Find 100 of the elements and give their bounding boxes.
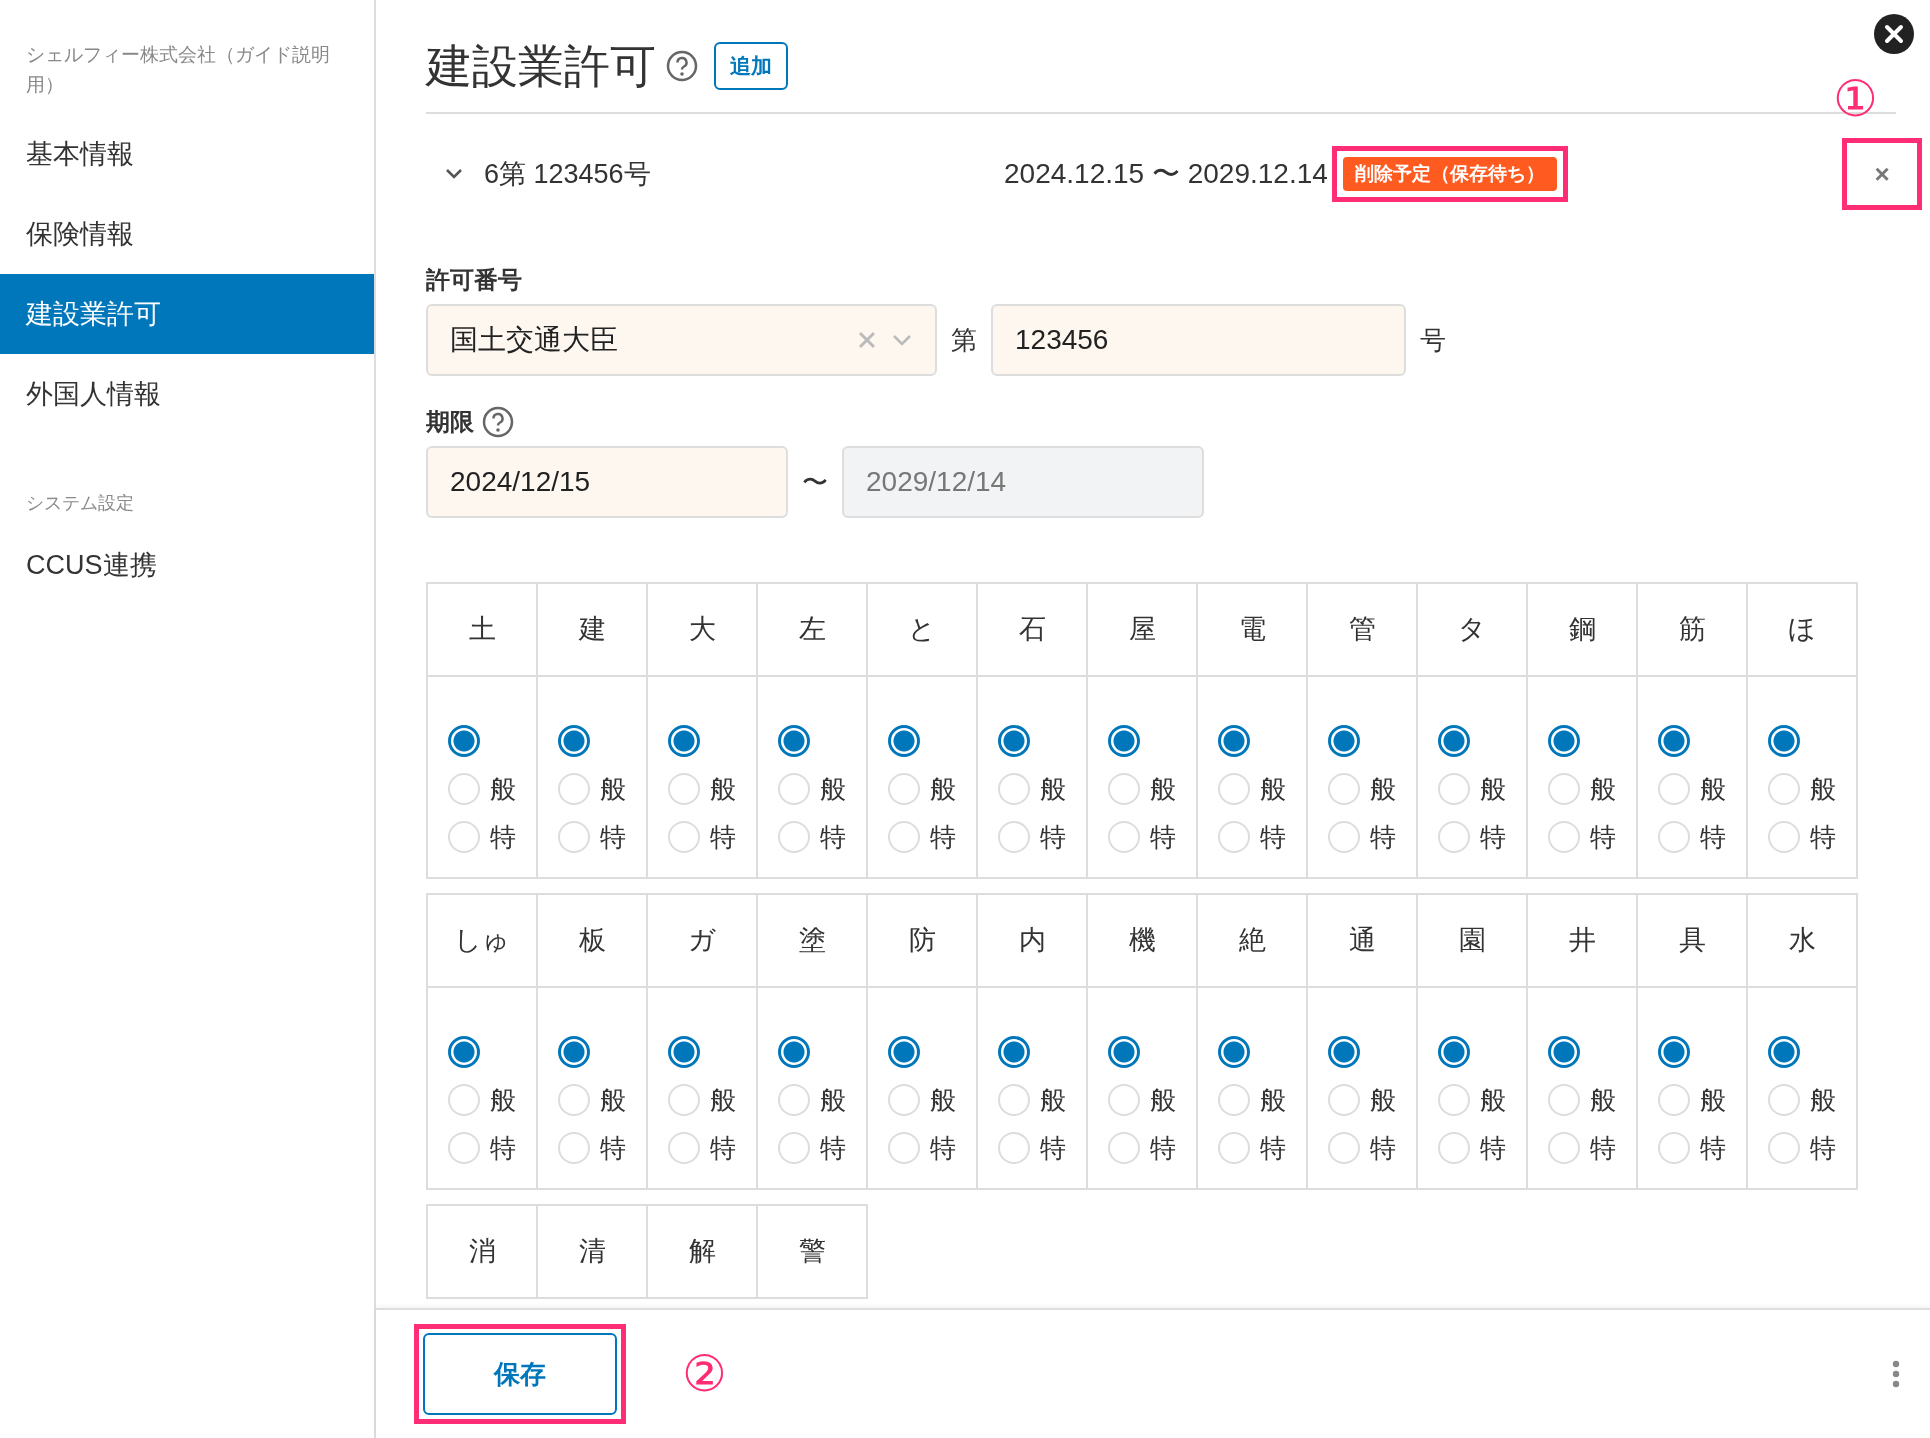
delete-button[interactable]: × xyxy=(1847,143,1917,205)
trade-header: 解 xyxy=(648,1206,758,1299)
trade-header: しゅ xyxy=(428,895,538,988)
radio-label: 般 xyxy=(930,1083,956,1117)
radio-label: 般 xyxy=(1480,772,1506,806)
add-button[interactable]: 追加 xyxy=(714,42,788,90)
radio-label: 般 xyxy=(1810,772,1836,806)
trade-header: 内 xyxy=(978,895,1088,988)
radio-button[interactable] xyxy=(1658,725,1690,757)
radio-button[interactable] xyxy=(1658,1036,1690,1068)
radio-label: 特 xyxy=(1810,820,1836,854)
trade-header: 屋 xyxy=(1088,584,1198,677)
radio-label: 特 xyxy=(600,1131,626,1165)
radio-label: 般 xyxy=(820,1083,846,1117)
radio-label: 特 xyxy=(1590,1131,1616,1165)
radio-label: 特 xyxy=(1810,1131,1836,1165)
radio-button[interactable] xyxy=(1328,1036,1360,1068)
radio-label: 般 xyxy=(1810,1083,1836,1117)
status-label: 削除予定（保存待ち） xyxy=(1342,156,1557,192)
radio-label: 特 xyxy=(1480,820,1506,854)
trade-header: 絶 xyxy=(1198,895,1308,988)
trade-header: 土 xyxy=(428,584,538,677)
radio-label: 般 xyxy=(710,1083,736,1117)
clear-icon[interactable] xyxy=(857,330,877,350)
radio-label: 特 xyxy=(1150,820,1176,854)
sidebar-item[interactable]: 基本情報 xyxy=(0,114,374,194)
radio-button[interactable] xyxy=(1108,725,1140,757)
radio-button[interactable] xyxy=(998,725,1030,757)
radio-label: 般 xyxy=(1150,772,1176,806)
radio-label: 特 xyxy=(1040,820,1066,854)
help-icon[interactable] xyxy=(666,50,698,82)
sidebar-item[interactable]: 外国人情報 xyxy=(0,354,374,434)
radio-button[interactable] xyxy=(558,725,590,757)
radio-label: 般 xyxy=(1700,1083,1726,1117)
radio-label: 特 xyxy=(1700,1131,1726,1165)
trade-header: 防 xyxy=(868,895,978,988)
radio-button[interactable] xyxy=(778,1036,810,1068)
radio-button[interactable] xyxy=(1548,1036,1580,1068)
trade-header: ガ xyxy=(648,895,758,988)
range-separator: 〜 xyxy=(801,465,829,499)
radio-button[interactable] xyxy=(668,1036,700,1068)
radio-label: 般 xyxy=(1040,1083,1066,1117)
select-value: 国土交通大臣 xyxy=(450,323,619,357)
radio-label: 特 xyxy=(930,820,956,854)
radio-button[interactable] xyxy=(1438,1036,1470,1068)
permit-number: 6第 123456号 xyxy=(484,157,652,191)
radio-button[interactable] xyxy=(778,725,810,757)
select-field[interactable]: 国土交通大臣 xyxy=(426,304,937,376)
radio-button[interactable] xyxy=(1218,1036,1250,1068)
radio-button[interactable] xyxy=(668,725,700,757)
radio-button[interactable] xyxy=(1548,725,1580,757)
radio-label: 特 xyxy=(820,820,846,854)
radio-label: 般 xyxy=(1700,772,1726,806)
trade-header: 警 xyxy=(758,1206,868,1299)
permit-period: 2024.12.15 〜 2029.12.14 xyxy=(1004,157,1328,191)
close-icon[interactable] xyxy=(1874,14,1914,54)
save-button[interactable]: 保存 xyxy=(423,1333,617,1415)
more-icon[interactable] xyxy=(1892,1360,1900,1388)
trade-header: 塗 xyxy=(758,895,868,988)
radio-button[interactable] xyxy=(1438,725,1470,757)
radio-label: 特 xyxy=(710,1131,736,1165)
radio-label: 特 xyxy=(1370,820,1396,854)
section-title: システム設定 xyxy=(25,492,135,515)
radio-button[interactable] xyxy=(1768,1036,1800,1068)
radio-label: 般 xyxy=(820,772,846,806)
radio-label: 般 xyxy=(930,772,956,806)
field-label: 期限 xyxy=(426,407,474,437)
number-field[interactable]: 123456 xyxy=(991,304,1406,376)
trade-header: 水 xyxy=(1748,895,1858,988)
page-title: 建設業許可 xyxy=(426,39,656,94)
radio-button[interactable] xyxy=(1328,725,1360,757)
radio-label: 般 xyxy=(490,772,516,806)
sidebar-item[interactable]: 建設業許可 xyxy=(0,274,374,354)
sidebar-item[interactable]: CCUS連携 xyxy=(0,525,374,605)
radio-label: 特 xyxy=(1260,1131,1286,1165)
radio-button[interactable] xyxy=(1218,725,1250,757)
trade-header: 建 xyxy=(538,584,648,677)
radio-label: 般 xyxy=(1370,772,1396,806)
help-icon[interactable] xyxy=(482,406,514,438)
prefix-text: 第 xyxy=(950,323,978,357)
radio-label: 般 xyxy=(490,1083,516,1117)
radio-button[interactable] xyxy=(998,1036,1030,1068)
radio-button[interactable] xyxy=(1108,1036,1140,1068)
trade-header: タ xyxy=(1418,584,1528,677)
radio-button[interactable] xyxy=(448,725,480,757)
suffix-text: 号 xyxy=(1419,323,1447,357)
radio-label: 般 xyxy=(1150,1083,1176,1117)
radio-label: 特 xyxy=(1040,1131,1066,1165)
radio-label: 特 xyxy=(1150,1131,1176,1165)
radio-button[interactable] xyxy=(558,1036,590,1068)
radio-label: 特 xyxy=(490,820,516,854)
radio-button[interactable] xyxy=(888,1036,920,1068)
radio-button[interactable] xyxy=(1768,725,1800,757)
radio-label: 特 xyxy=(1590,820,1616,854)
radio-button[interactable] xyxy=(888,725,920,757)
radio-label: 般 xyxy=(1590,1083,1616,1117)
radio-button[interactable] xyxy=(448,1036,480,1068)
date-field[interactable]: 2024/12/15 xyxy=(426,446,788,518)
radio-label: 特 xyxy=(1480,1131,1506,1165)
sidebar-item[interactable]: 保険情報 xyxy=(0,194,374,274)
